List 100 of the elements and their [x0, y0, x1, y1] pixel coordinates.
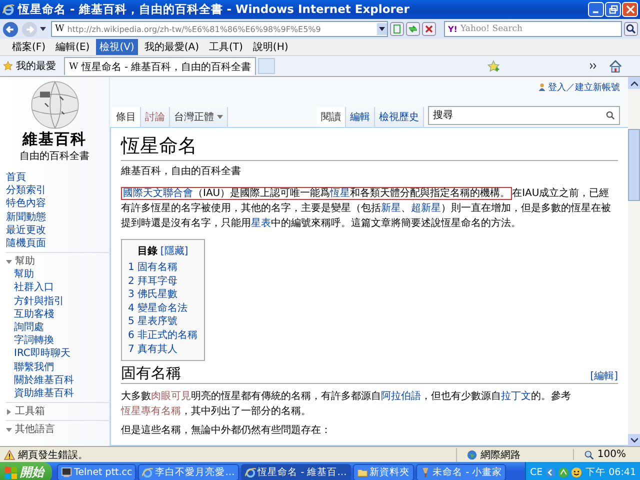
address-field[interactable]: W http://zh.wikipedia.org/zh-tw/%E6%81%86%E6%98%9F%E5%9 — [51, 21, 388, 37]
page-tab[interactable]: 條目 — [112, 107, 141, 127]
article-tagline: 維基百科，自由的百科全書 — [121, 164, 242, 178]
sidebar-link[interactable]: 特色內容 — [6, 197, 109, 211]
article-link[interactable]: 恆星專有名稱 — [121, 406, 181, 418]
star-icon — [3, 61, 13, 71]
article-link[interactable]: 肉眼可見 — [151, 391, 191, 402]
dropdown-caret-icon[interactable] — [377, 23, 387, 35]
menu-item[interactable]: 我的最愛(A) — [140, 39, 203, 55]
article-link[interactable]: 新星 — [381, 203, 401, 214]
sidebar-section-toggle[interactable]: 其他語言 — [6, 423, 109, 436]
stop-icon[interactable] — [422, 22, 436, 36]
sidebar-link[interactable]: 隨機頁面 — [6, 237, 109, 250]
browser-logo-icon — [244, 467, 256, 478]
sidebar-link[interactable]: 方針與指引 — [14, 294, 109, 308]
article-link[interactable]: 星表 — [251, 218, 271, 229]
menu-item[interactable]: 檢視(V) — [96, 39, 138, 55]
sidebar-link[interactable]: IRC即時聊天 — [14, 347, 109, 361]
close-icon — [626, 5, 634, 14]
browser-tab[interactable]: 恆星命名 - 維基百科，自由的百科全書 — [81, 60, 252, 74]
favorites-button[interactable]: 我的最愛 — [3, 59, 64, 73]
warning-icon — [4, 450, 15, 460]
toc-link[interactable]: 4 變星命名法 — [128, 302, 198, 316]
scrollbar-thumb[interactable] — [628, 129, 640, 201]
sidebar-link[interactable]: 關於維基百科 — [14, 374, 109, 388]
search-field[interactable]: Yahoo! Search — [460, 24, 621, 34]
arrow-circle-icon[interactable] — [544, 467, 556, 478]
sidebar-link[interactable]: 首頁 — [6, 171, 109, 184]
globe-icon — [467, 450, 478, 460]
page-tab[interactable]: 編輯 — [346, 107, 375, 127]
puzzle-globe-drawing — [30, 80, 80, 130]
smiley-icon[interactable] — [570, 467, 582, 478]
toc-link[interactable]: 7 真有其人 — [128, 342, 198, 356]
back-button-icon[interactable] — [2, 20, 19, 38]
disclosure-triangle-icon — [6, 426, 12, 433]
disclosure-triangle-icon — [6, 408, 12, 415]
caret-icon — [217, 115, 223, 119]
page-tab[interactable]: 閱讀 — [317, 107, 346, 127]
search-icon[interactable] — [624, 22, 638, 36]
sidebar-link[interactable]: 聯繫我們 — [14, 360, 109, 374]
taskbar-button[interactable]: 李白不愛月亮愛… — [138, 464, 239, 480]
sidebar-link[interactable]: 詢問處 — [14, 321, 109, 334]
search-icon[interactable] — [606, 111, 615, 120]
toc-title: 目錄 — [137, 244, 158, 258]
home-icon[interactable] — [609, 60, 622, 72]
restore-button[interactable] — [605, 2, 621, 17]
article-title: 恆星命名 — [121, 134, 618, 161]
sidebar-link[interactable]: 資助維基百科 — [14, 387, 109, 400]
sidebar-link[interactable]: 最近更改 — [6, 224, 109, 238]
zoom-control[interactable]: 100% — [573, 449, 636, 460]
toc-link[interactable]: 2 拜耳字母 — [128, 274, 198, 288]
page-tab[interactable]: 檢視歷史 — [375, 107, 424, 127]
page-tab[interactable]: 討論 — [141, 107, 170, 127]
toc-link[interactable]: 3 佛氏星數 — [128, 288, 198, 302]
menu-item[interactable]: 工具(T) — [205, 39, 247, 55]
refresh-icon[interactable] — [406, 22, 420, 36]
vertical-scrollbar[interactable] — [628, 77, 640, 446]
sidebar-link[interactable]: 字詞轉換 — [14, 334, 109, 348]
more-chevron-icon[interactable] — [590, 63, 597, 69]
menu-item[interactable]: 檔案(F) — [8, 39, 50, 55]
toc-link[interactable]: 5 星表序號 — [128, 315, 198, 329]
sidebar-section-toggle[interactable]: 幫助 — [6, 255, 109, 268]
terminal-icon — [61, 467, 72, 478]
menu-item[interactable]: 編輯(E) — [52, 39, 94, 55]
sidebar-link[interactable]: 新聞動態 — [6, 210, 109, 224]
article-link[interactable]: 阿拉伯語 — [381, 391, 421, 402]
menu-item[interactable]: 說明(H) — [248, 39, 292, 55]
search-box[interactable]: Y! Yahoo! Search — [444, 21, 622, 37]
article-link[interactable]: 國際天文聯合會 — [123, 188, 193, 199]
sidebar-link[interactable]: 互助客棧 — [14, 308, 109, 322]
highlighted-sentence: 國際天文聯合會（IAU）是國際上認可唯一能爲恆星和各類天體分配與指定名稱的機構。 — [121, 187, 512, 200]
sidebar-link[interactable]: 幫助 — [14, 268, 109, 282]
wiki-search-input[interactable]: 搜尋 — [429, 110, 606, 121]
section-edit-link[interactable]: [編輯] — [590, 369, 618, 384]
wiki-search-box[interactable]: 搜尋 — [428, 106, 620, 125]
scroll-down-icon — [630, 438, 638, 442]
login-link[interactable]: 登入／建立新帳號 — [548, 80, 620, 94]
browser-logo-icon — [2, 3, 15, 16]
status-message[interactable]: 網頁發生錯誤。 — [18, 448, 88, 462]
toc-link[interactable]: 1 固有名稱 — [128, 261, 198, 275]
logo-title: 維基百科 — [22, 130, 86, 149]
article-link[interactable]: 恆星 — [330, 188, 350, 199]
taskbar-button[interactable]: 未命名 - 小畫家 — [416, 464, 506, 480]
taskbar-button[interactable]: 新資料夾 — [352, 464, 414, 480]
toc-toggle-link[interactable]: [隱藏] — [160, 244, 188, 258]
taskbar-button[interactable]: 恆星命名 - 維基百… — [240, 464, 351, 480]
minimize-button[interactable] — [588, 2, 604, 17]
article-link[interactable]: 拉丁文 — [501, 391, 531, 402]
browser-logo-icon — [142, 467, 154, 478]
toc-link[interactable]: 6 非正式的名稱 — [128, 328, 198, 343]
article-link[interactable]: 超新星 — [411, 203, 441, 214]
add-favorite-icon[interactable] — [487, 60, 500, 72]
sidebar-link[interactable]: 分類索引 — [6, 184, 109, 198]
variant-dropdown[interactable]: 台灣正體 — [170, 107, 228, 127]
taskbar-button[interactable]: Telnet ptt.cc — [57, 464, 136, 480]
dropdown-caret-icon[interactable] — [40, 27, 46, 31]
close-button[interactable] — [622, 2, 638, 17]
disclosure-triangle-icon — [6, 258, 12, 265]
sidebar-section-toggle[interactable]: 工具箱 — [6, 405, 109, 418]
sidebar-link[interactable]: 社群入口 — [14, 281, 109, 295]
